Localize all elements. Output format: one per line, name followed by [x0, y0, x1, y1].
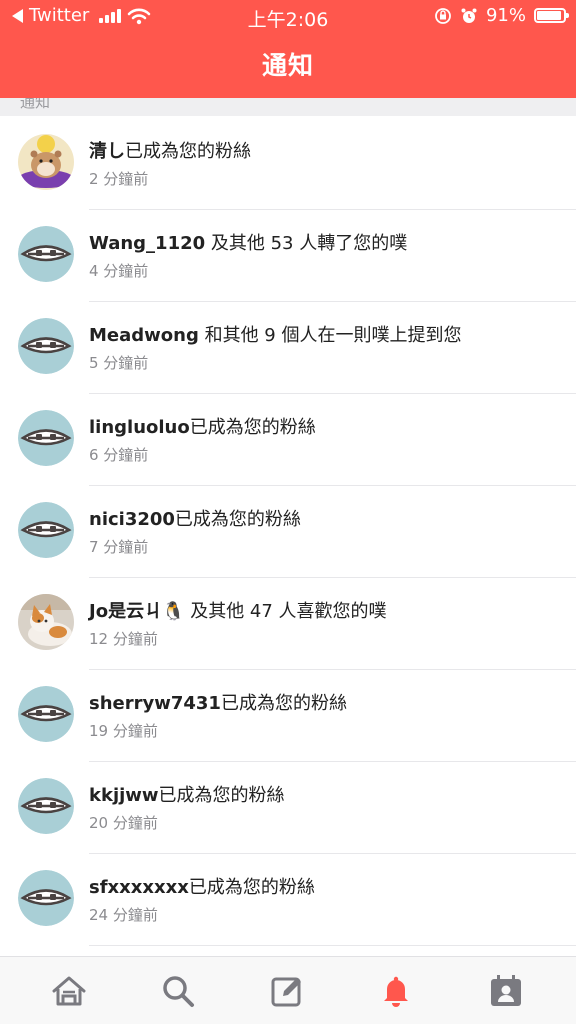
- notification-time: 5 分鐘前: [89, 354, 149, 372]
- notification-row[interactable]: nici3200已成為您的粉絲 7 分鐘前: [0, 486, 576, 578]
- notification-row[interactable]: Jo是云ㄐ🐧 及其他 47 人喜歡您的噗 12 分鐘前: [0, 578, 576, 670]
- notification-row[interactable]: Meadwong 和其他 9 個人在一則噗上提到您 5 分鐘前: [0, 302, 576, 394]
- notification-username[interactable]: Meadwong: [89, 325, 199, 346]
- section-header: 通知: [0, 98, 576, 116]
- notification-list[interactable]: 清し已成為您的粉絲 2 分鐘前 Wang_1120 及其他 53 人轉了您的噗 4 分…: [0, 116, 576, 956]
- default-eye-avatar[interactable]: [18, 870, 74, 926]
- tab-profile[interactable]: [486, 971, 526, 1011]
- default-eye-avatar[interactable]: [18, 410, 74, 466]
- notification-time: 24 分鐘前: [89, 906, 158, 924]
- cat-photo[interactable]: [18, 594, 74, 650]
- notification-text: 清し已成為您的粉絲: [89, 137, 251, 163]
- section-label: 通知: [20, 98, 51, 111]
- notification-row[interactable]: kkjjww已成為您的粉絲 20 分鐘前: [0, 762, 576, 854]
- notification-username[interactable]: nici3200: [89, 509, 175, 530]
- tab-notifications[interactable]: [376, 971, 416, 1011]
- default-eye-avatar[interactable]: [18, 318, 74, 374]
- default-eye-avatar[interactable]: [18, 778, 74, 834]
- default-eye-avatar[interactable]: [18, 502, 74, 558]
- notification-message: 已成為您的粉絲: [189, 417, 316, 438]
- notification-username[interactable]: lingluoluo: [89, 417, 190, 438]
- notification-username[interactable]: sfxxxxxxx: [89, 877, 189, 898]
- status-bar: Twitter 上午2:06 91%: [0, 0, 576, 32]
- notification-message: 及其他 47 人喜歡您的噗: [184, 601, 387, 622]
- notification-message: 已成為您的粉絲: [125, 141, 251, 162]
- notification-time: 6 分鐘前: [89, 446, 149, 464]
- battery-icon: [534, 8, 569, 23]
- notification-text: sfxxxxxxx已成為您的粉絲: [89, 873, 315, 899]
- notification-time: 2 分鐘前: [89, 170, 149, 188]
- battery-percent: 91%: [485, 5, 526, 26]
- notification-text: sherryw7431已成為您的粉絲: [89, 689, 347, 715]
- notification-text: kkjjww已成為您的粉絲: [89, 781, 285, 807]
- bell-icon: [384, 976, 408, 1007]
- default-eye-avatar[interactable]: [18, 226, 74, 282]
- notification-message: 已成為您的粉絲: [174, 509, 301, 530]
- notification-username[interactable]: Wang_1120: [89, 233, 205, 254]
- tab-compose[interactable]: [267, 971, 307, 1011]
- notification-time: 7 分鐘前: [89, 538, 149, 556]
- notification-time: 4 分鐘前: [89, 262, 149, 280]
- notification-username[interactable]: kkjjww: [89, 785, 159, 806]
- notification-username[interactable]: Jo是云ㄐ🐧: [89, 601, 184, 622]
- notification-row[interactable]: sfxxxxxxx已成為您的粉絲 24 分鐘前: [0, 854, 576, 946]
- compose-icon: [271, 977, 301, 1007]
- notification-text: lingluoluo已成為您的粉絲: [89, 413, 316, 439]
- notification-username[interactable]: sherryw7431: [89, 693, 221, 714]
- notification-text: nici3200已成為您的粉絲: [89, 505, 301, 531]
- notification-time: 19 分鐘前: [89, 722, 158, 740]
- search-icon: [163, 976, 194, 1007]
- hamster-photo[interactable]: [18, 134, 74, 190]
- alarm-icon: [461, 8, 477, 23]
- notification-time: 12 分鐘前: [89, 630, 158, 648]
- row-divider: [89, 945, 576, 946]
- notification-text: Meadwong 和其他 9 個人在一則噗上提到您: [89, 321, 461, 347]
- notification-text: Wang_1120 及其他 53 人轉了您的噗: [89, 229, 407, 255]
- page-title: 通知: [261, 51, 314, 80]
- app-header: Twitter 上午2:06 91% 通知: [0, 0, 576, 98]
- notification-text: Jo是云ㄐ🐧 及其他 47 人喜歡您的噗: [89, 597, 387, 623]
- notification-row[interactable]: sherryw7431已成為您的粉絲 19 分鐘前: [0, 670, 576, 762]
- notification-row[interactable]: Wang_1120 及其他 53 人轉了您的噗 4 分鐘前: [0, 210, 576, 302]
- notification-message: 已成為您的粉絲: [158, 785, 285, 806]
- default-eye-avatar[interactable]: [18, 686, 74, 742]
- notification-username[interactable]: 清し: [89, 141, 125, 162]
- profile-icon: [491, 975, 521, 1006]
- tab-bar: [0, 956, 576, 1024]
- notification-time: 20 分鐘前: [89, 814, 158, 832]
- notification-row[interactable]: 清し已成為您的粉絲 2 分鐘前: [0, 118, 576, 210]
- notification-message: 和其他 9 個人在一則噗上提到您: [198, 325, 462, 346]
- tab-search[interactable]: [158, 971, 198, 1011]
- notification-message: 已成為您的粉絲: [188, 877, 315, 898]
- tab-home[interactable]: [49, 971, 89, 1011]
- orientation-lock-icon: [435, 7, 451, 24]
- notification-message: 及其他 53 人轉了您的噗: [205, 233, 408, 254]
- battery-level: [537, 11, 561, 20]
- notification-message: 已成為您的粉絲: [220, 693, 347, 714]
- home-icon: [52, 976, 86, 1006]
- notification-row[interactable]: lingluoluo已成為您的粉絲 6 分鐘前: [0, 394, 576, 486]
